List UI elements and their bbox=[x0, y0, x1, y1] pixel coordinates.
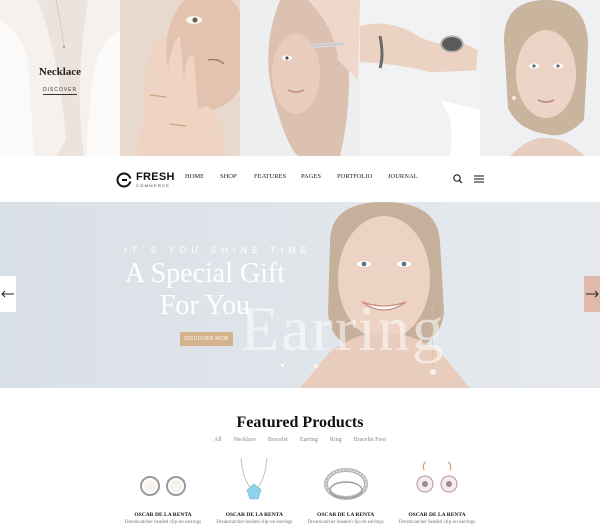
accessories-model-image bbox=[360, 0, 480, 156]
nav-home[interactable]: HOME bbox=[185, 173, 220, 180]
category-tile-earring[interactable] bbox=[480, 0, 600, 156]
category-title: Necklace bbox=[38, 66, 82, 78]
product-description: Dreamcatcher beaded clip-on earrings bbox=[216, 520, 293, 525]
product-description: Dreamcatcher beaded clip-on earrings bbox=[398, 520, 476, 525]
bracelet-model-image bbox=[240, 0, 360, 156]
nav-shop[interactable]: SHOP bbox=[220, 173, 254, 180]
filter-earring[interactable]: Earring bbox=[300, 437, 318, 443]
category-tile-necklace[interactable]: Necklace DISCOVER bbox=[0, 0, 120, 156]
nav-portfolio[interactable]: PORTFOLIO bbox=[337, 173, 388, 180]
rings-model-image bbox=[120, 0, 240, 156]
logo-subtitle: COMMERCE bbox=[136, 183, 171, 188]
product-brand: OSCAR DE LA RENTA bbox=[408, 512, 466, 518]
menu-icon[interactable] bbox=[473, 173, 485, 185]
hero-title-line2: For You bbox=[159, 290, 251, 321]
product-description: Dreamcatcher beaded clip-on earrings bbox=[124, 520, 202, 525]
hero-title: A Special Gift For You bbox=[100, 258, 310, 322]
category-strip: Necklace DISCOVER bbox=[0, 0, 600, 156]
filter-bracelet-foot[interactable]: Bracelet Foot bbox=[354, 437, 387, 443]
product-card[interactable]: OSCAR DE LA RENTA Dreamcatcher beaded cl… bbox=[301, 456, 391, 525]
search-icon[interactable] bbox=[452, 173, 464, 185]
site-logo[interactable]: FRESH COMMERCE bbox=[116, 170, 175, 190]
slider-next-button[interactable] bbox=[584, 276, 600, 312]
filter-necklace[interactable]: Necklace bbox=[234, 437, 256, 443]
product-filter-tabs: All Necklace Bracelet Earring Ring Brace… bbox=[0, 437, 600, 443]
hero-title-line1: A Special Gift bbox=[124, 258, 286, 289]
hero-slider: Earring IT`S YOU SHINE TIME A Special Gi… bbox=[0, 202, 600, 388]
filter-all[interactable]: All bbox=[214, 437, 222, 443]
drop-earrings-image bbox=[416, 461, 458, 493]
logo-name: FRESH bbox=[136, 171, 175, 183]
nav-journal[interactable]: JOURNAL bbox=[388, 173, 428, 180]
slider-prev-button[interactable] bbox=[0, 276, 16, 312]
product-grid: OSCAR DE LA RENTA Dreamcatcher beaded cl… bbox=[118, 456, 482, 525]
filter-bracelet[interactable]: Bracelet bbox=[268, 437, 288, 443]
product-brand: OSCAR DE LA RENTA bbox=[317, 512, 375, 518]
product-brand: OSCAR DE LA RENTA bbox=[134, 512, 192, 518]
slider-dot-1[interactable] bbox=[281, 364, 284, 367]
earring-model-image bbox=[480, 0, 600, 156]
nav-features[interactable]: FEATURES bbox=[254, 173, 301, 180]
main-nav: HOME SHOP FEATURES PAGES PORTFOLIO JOURN… bbox=[185, 173, 428, 180]
pearl-earrings-image bbox=[140, 476, 186, 496]
nav-pages[interactable]: PAGES bbox=[301, 173, 337, 180]
hero-eyebrow: IT`S YOU SHINE TIME bbox=[124, 245, 312, 255]
product-brand: OSCAR DE LA RENTA bbox=[225, 512, 283, 518]
arrow-left-icon bbox=[1, 290, 14, 298]
discover-now-button[interactable]: DISCOVER NOW bbox=[180, 332, 233, 346]
product-description: Dreamcatcher beaded clip-on earrings bbox=[307, 520, 384, 525]
featured-products-title: Featured Products bbox=[236, 414, 364, 431]
logo-mark-icon bbox=[116, 172, 132, 188]
product-card[interactable]: OSCAR DE LA RENTA Dreamcatcher beaded cl… bbox=[392, 456, 482, 525]
product-card[interactable]: OSCAR DE LA RENTA Dreamcatcher beaded cl… bbox=[118, 456, 208, 525]
pendant-necklace-image bbox=[240, 457, 268, 500]
discover-link[interactable]: DISCOVER bbox=[42, 87, 78, 95]
category-tile-accessories[interactable] bbox=[360, 0, 480, 156]
filter-ring[interactable]: Ring bbox=[330, 437, 342, 443]
category-tile-rings[interactable] bbox=[120, 0, 240, 156]
product-card[interactable]: OSCAR DE LA RENTA Dreamcatcher beaded cl… bbox=[209, 456, 299, 525]
arrow-right-icon bbox=[586, 290, 599, 298]
category-tile-bracelet[interactable] bbox=[240, 0, 360, 156]
diamond-ring-image bbox=[323, 468, 368, 500]
site-header: FRESH COMMERCE HOME SHOP FEATURES PAGES … bbox=[0, 156, 600, 202]
